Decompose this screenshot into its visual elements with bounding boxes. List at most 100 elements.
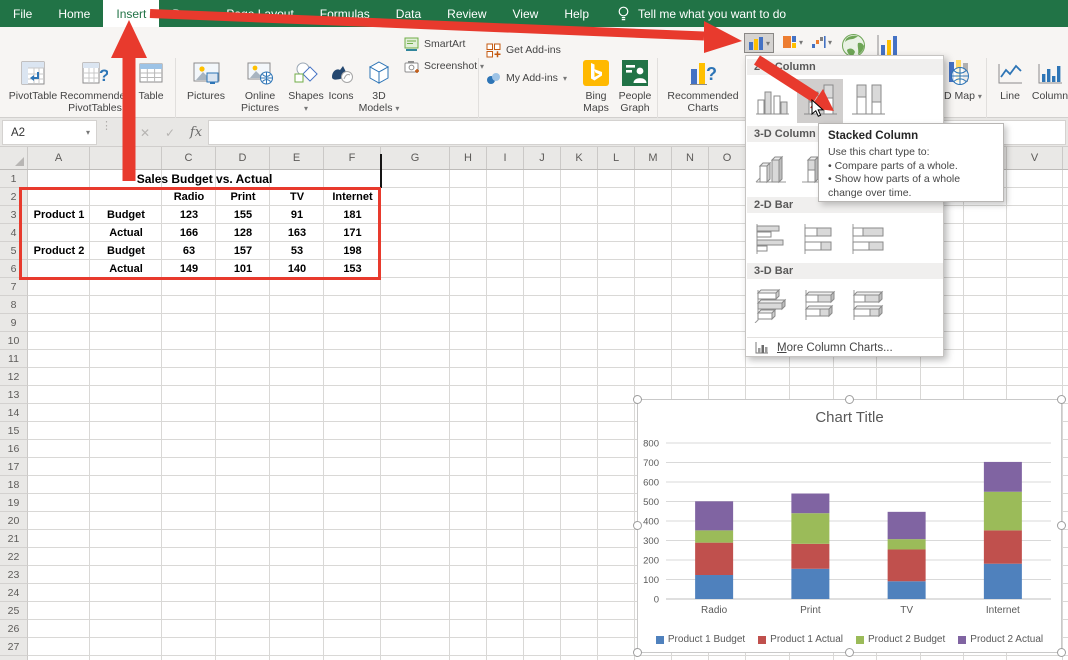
row-header-23[interactable]: 23 xyxy=(0,566,28,584)
bar-segment-product-1-actual[interactable] xyxy=(695,543,733,575)
row-header-24[interactable]: 24 xyxy=(0,584,28,602)
chart-type-clustered-bar[interactable] xyxy=(749,217,795,261)
chart-type-100-stacked-bar[interactable] xyxy=(845,217,891,261)
bar-segment-product-2-budget[interactable] xyxy=(888,539,926,549)
insert-function-button[interactable]: fx xyxy=(186,122,206,143)
cancel-entry-button[interactable]: ✕ xyxy=(135,122,155,143)
row-header-11[interactable]: 11 xyxy=(0,350,28,368)
row-header-26[interactable]: 26 xyxy=(0,620,28,638)
row-header-14[interactable]: 14 xyxy=(0,404,28,422)
row-header-18[interactable]: 18 xyxy=(0,476,28,494)
bar-segment-product-2-actual[interactable] xyxy=(984,462,1022,492)
column-header-N[interactable]: N xyxy=(672,147,709,169)
tab-view[interactable]: View xyxy=(500,0,552,27)
chart-type-clustered-column[interactable] xyxy=(749,79,795,123)
chart-handle[interactable] xyxy=(633,521,642,530)
legend-item[interactable]: Product 2 Actual xyxy=(958,634,1043,645)
name-box[interactable]: A2 ▾ xyxy=(2,120,97,145)
chart-handle[interactable] xyxy=(633,395,642,404)
insert-waterfall-chart-button[interactable]: ▾ xyxy=(808,33,835,51)
row-header-15[interactable]: 15 xyxy=(0,422,28,440)
row-header-21[interactable]: 21 xyxy=(0,530,28,548)
column-header-J[interactable]: J xyxy=(524,147,561,169)
insert-column-chart-button[interactable]: ▾ xyxy=(744,33,774,53)
bar-segment-product-2-actual[interactable] xyxy=(791,494,829,514)
table-button[interactable]: Table xyxy=(130,58,172,124)
sparkline-column-button[interactable]: Column xyxy=(1030,58,1068,124)
row-header-20[interactable]: 20 xyxy=(0,512,28,530)
column-header-W[interactable]: W xyxy=(1063,147,1068,169)
legend-item[interactable]: Product 2 Budget xyxy=(856,634,945,645)
tab-home[interactable]: Home xyxy=(45,0,103,27)
chart-type-stacked-column[interactable] xyxy=(797,79,843,123)
bar-segment-product-2-budget[interactable] xyxy=(984,492,1022,531)
tab-help[interactable]: Help xyxy=(551,0,602,27)
more-column-charts[interactable]: More Column Charts... xyxy=(747,337,943,357)
column-header-O[interactable]: O xyxy=(709,147,746,169)
tab-review[interactable]: Review xyxy=(434,0,499,27)
bar-segment-product-2-budget[interactable] xyxy=(791,513,829,544)
bar-segment-product-1-budget[interactable] xyxy=(984,564,1022,599)
confirm-entry-button[interactable]: ✓ xyxy=(160,122,180,143)
column-header-K[interactable]: K xyxy=(561,147,598,169)
column-header-V[interactable]: V xyxy=(1007,147,1063,169)
row-header-19[interactable]: 19 xyxy=(0,494,28,512)
row-header-28[interactable]: 28 xyxy=(0,656,28,660)
chart-handle[interactable] xyxy=(1057,521,1066,530)
people-graph-button[interactable]: People Graph xyxy=(616,58,654,124)
row-header-17[interactable]: 17 xyxy=(0,458,28,476)
row-header-7[interactable]: 7 xyxy=(0,278,28,296)
column-header-E[interactable]: E xyxy=(270,147,324,169)
tab-page-layout[interactable]: Page Layout xyxy=(213,0,306,27)
3d-map-button[interactable]: 3D Map ▾ xyxy=(938,58,982,124)
legend-item[interactable]: Product 1 Budget xyxy=(656,634,745,645)
shapes-button[interactable]: Shapes▾ xyxy=(288,58,324,124)
chart-handle[interactable] xyxy=(845,395,854,404)
column-header-L[interactable]: L xyxy=(598,147,635,169)
bar-segment-product-1-actual[interactable] xyxy=(984,530,1022,563)
smartart-button[interactable]: SmartArt xyxy=(404,35,465,53)
chart-type-3d-100-stacked-bar[interactable] xyxy=(845,283,891,327)
bar-segment-product-1-budget[interactable] xyxy=(695,575,733,599)
column-header-M[interactable]: M xyxy=(635,147,672,169)
column-header-C[interactable]: C xyxy=(162,147,216,169)
sparkline-line-button[interactable]: Line xyxy=(992,58,1028,124)
tab-draw[interactable]: Draw xyxy=(159,0,213,27)
row-header-1[interactable]: 1 xyxy=(0,170,28,188)
row-header-22[interactable]: 22 xyxy=(0,548,28,566)
icons-button[interactable]: Icons xyxy=(326,58,356,124)
chart-type-3d-clustered-column[interactable] xyxy=(749,146,795,190)
row-header-9[interactable]: 9 xyxy=(0,314,28,332)
select-all-corner[interactable] xyxy=(0,147,28,169)
bar-segment-product-1-actual[interactable] xyxy=(791,544,829,569)
online-pictures-button[interactable]: Online Pictures xyxy=(234,58,286,124)
tell-me[interactable]: Tell me what you want to do xyxy=(616,0,786,27)
tab-file[interactable]: File xyxy=(0,0,45,27)
chart-handle[interactable] xyxy=(1057,648,1066,657)
tab-data[interactable]: Data xyxy=(383,0,434,27)
column-header-B[interactable]: B xyxy=(90,147,162,169)
tab-insert[interactable]: Insert xyxy=(103,0,159,27)
formula-bar-splitter[interactable]: ⋮ xyxy=(101,123,112,129)
3d-models-button[interactable]: 3D Models ▾ xyxy=(358,58,400,124)
column-header-G[interactable]: G xyxy=(381,147,450,169)
chart-type-3d-stacked-bar[interactable] xyxy=(797,283,843,327)
bar-segment-product-1-budget[interactable] xyxy=(791,569,829,599)
chart-title[interactable]: Chart Title xyxy=(638,409,1061,426)
bar-segment-product-2-actual[interactable] xyxy=(888,512,926,539)
row-header-10[interactable]: 10 xyxy=(0,332,28,350)
row-header-8[interactable]: 8 xyxy=(0,296,28,314)
sheet-title-cell[interactable]: Sales Budget vs. Actual xyxy=(28,170,381,188)
row-header-13[interactable]: 13 xyxy=(0,386,28,404)
column-header-D[interactable]: D xyxy=(216,147,270,169)
bar-segment-product-2-budget[interactable] xyxy=(695,530,733,542)
chart-legend[interactable]: Product 1 Budget Product 1 Actual Product … xyxy=(638,634,1061,645)
recommended-charts-button[interactable]: ? Recommended Charts xyxy=(666,58,740,124)
column-header-I[interactable]: I xyxy=(487,147,524,169)
bar-segment-product-1-actual[interactable] xyxy=(888,549,926,581)
chart-handle[interactable] xyxy=(1057,395,1066,404)
recommended-pivottables-button[interactable]: ? Recommended PivotTables xyxy=(60,58,130,124)
legend-item[interactable]: Product 1 Actual xyxy=(758,634,843,645)
row-header-16[interactable]: 16 xyxy=(0,440,28,458)
row-header-12[interactable]: 12 xyxy=(0,368,28,386)
